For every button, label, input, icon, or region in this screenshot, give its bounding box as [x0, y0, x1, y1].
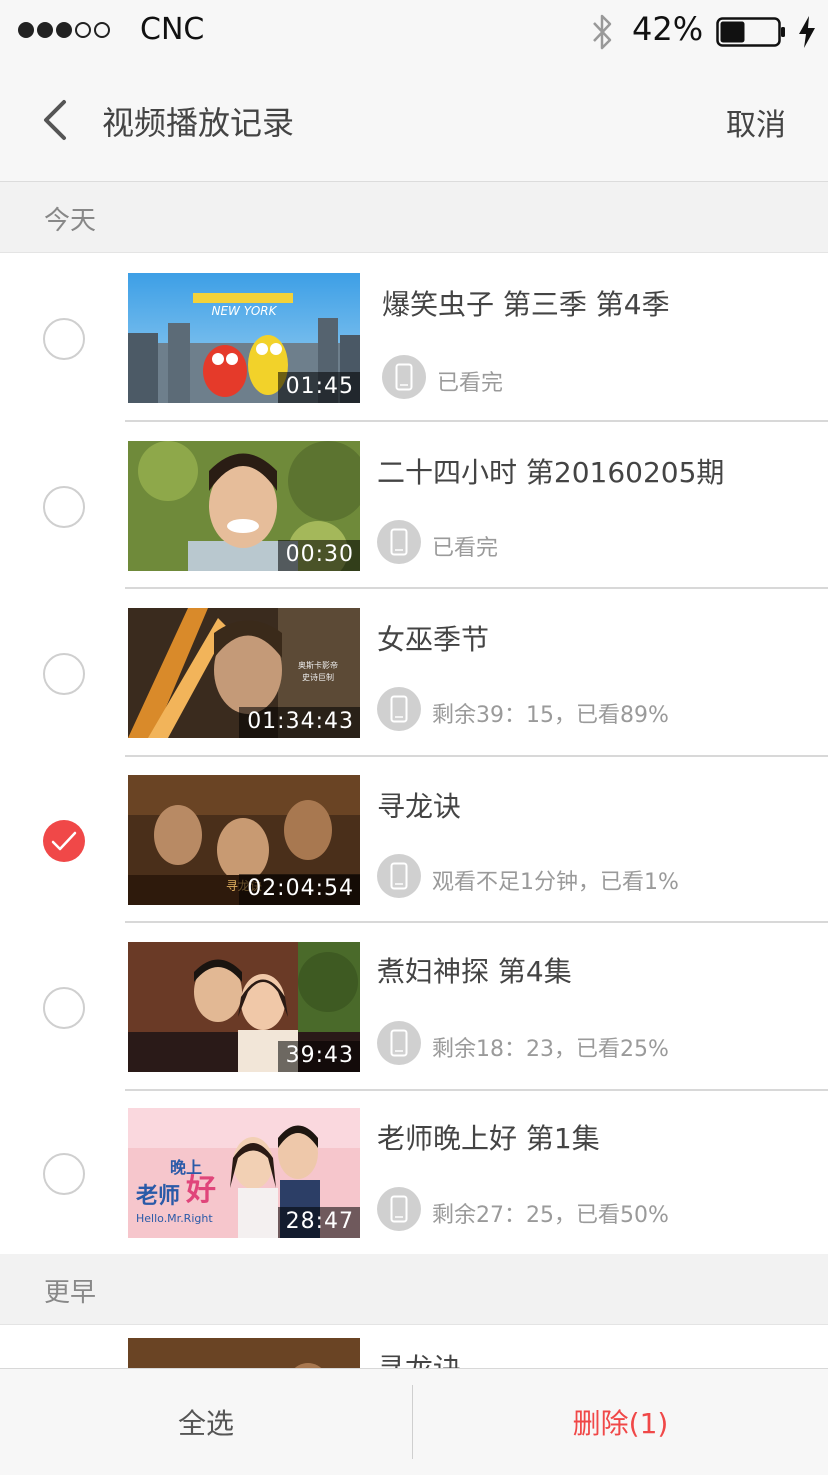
- watch-status: 观看不足1分钟，已看1%: [432, 870, 679, 895]
- svg-text:老师: 老师: [135, 1183, 180, 1209]
- select-radio[interactable]: [43, 318, 85, 360]
- section-header-today: 今天: [0, 182, 828, 253]
- select-radio[interactable]: [43, 653, 85, 695]
- select-radio[interactable]: [43, 1153, 85, 1195]
- history-item[interactable]: 寻龙诀: [0, 1325, 828, 1368]
- history-item[interactable]: 奥斯卡影帝 史诗巨制 01:34:43 女巫季节 剩余39：15，已看89%: [0, 588, 828, 757]
- video-thumbnail[interactable]: 00:30: [128, 441, 360, 571]
- watch-status: 剩余18：23，已看25%: [432, 1037, 669, 1062]
- watch-status: 剩余27：25，已看50%: [432, 1203, 669, 1228]
- video-title: 爆笑虫子 第三季 第4季: [382, 288, 670, 321]
- status-bar: CNC 42%: [0, 0, 828, 64]
- back-chevron-icon[interactable]: [34, 98, 74, 142]
- select-radio-checked[interactable]: [43, 820, 85, 862]
- video-thumbnail[interactable]: 39:43: [128, 942, 360, 1072]
- video-duration: 28:47: [277, 1207, 360, 1238]
- charging-icon: [799, 16, 815, 48]
- video-title: 老师晚上好 第1集: [377, 1122, 600, 1155]
- history-item[interactable]: 晚上 老师 好 Hello.Mr.Right 28:47 老师晚上好 第1集 剩…: [0, 1089, 828, 1256]
- bottom-action-bar: 全选 删除(1): [0, 1368, 828, 1475]
- watch-status: 剩余39：15，已看89%: [432, 703, 669, 728]
- history-item[interactable]: 寻龙诀 02:04:54 寻龙诀 观看不足1分钟，已看1%: [0, 755, 828, 923]
- svg-text:Hello.Mr.Right: Hello.Mr.Right: [136, 1212, 213, 1225]
- video-title: 煮妇神探 第4集: [377, 955, 572, 988]
- video-duration: 01:34:43: [239, 707, 360, 738]
- video-duration: 01:45: [277, 372, 360, 403]
- section-header-earlier: 更早: [0, 1254, 828, 1325]
- video-duration: 02:04:54: [239, 874, 360, 905]
- svg-text:奥斯卡影帝: 奥斯卡影帝: [298, 660, 338, 670]
- select-radio[interactable]: [43, 987, 85, 1029]
- section-label: 更早: [44, 1278, 97, 1308]
- watch-status: 已看完: [437, 371, 504, 396]
- video-title: 寻龙诀: [377, 790, 462, 823]
- cancel-button[interactable]: 取消: [726, 100, 786, 144]
- carrier-name: CNC: [140, 12, 205, 47]
- phone-icon: [377, 520, 421, 564]
- video-title: 寻龙诀: [377, 1347, 461, 1368]
- svg-text:好: 好: [185, 1173, 216, 1208]
- select-all-button[interactable]: 全选: [0, 1369, 412, 1475]
- phone-icon: [377, 1021, 421, 1065]
- video-thumbnail[interactable]: 寻龙诀 02:04:54: [128, 775, 360, 905]
- navigation-bar: 视频播放记录 取消: [0, 64, 828, 182]
- section-label: 今天: [44, 206, 97, 236]
- phone-icon: [377, 1187, 421, 1231]
- battery-icon: [716, 17, 785, 47]
- video-duration: 39:43: [277, 1041, 360, 1072]
- history-item[interactable]: 00:30 二十四小时 第20160205期 已看完: [0, 421, 828, 589]
- battery-percentage: 42%: [632, 10, 704, 48]
- svg-text:NEW YORK: NEW YORK: [211, 304, 277, 318]
- page-title: 视频播放记录: [102, 104, 295, 142]
- delete-button[interactable]: 删除(1): [413, 1369, 828, 1475]
- phone-icon: [377, 854, 421, 898]
- video-duration: 00:30: [277, 540, 360, 571]
- video-title: 二十四小时 第20160205期: [377, 456, 725, 489]
- phone-icon: [377, 687, 421, 731]
- select-radio[interactable]: [43, 486, 85, 528]
- svg-text:史诗巨制: 史诗巨制: [302, 672, 334, 682]
- video-thumbnail[interactable]: [128, 1338, 360, 1368]
- video-thumbnail[interactable]: 奥斯卡影帝 史诗巨制 01:34:43: [128, 608, 360, 738]
- checkmark-icon: [51, 831, 77, 851]
- watch-status: 已看完: [432, 536, 499, 561]
- history-item[interactable]: NEW YORK 01:45 爆笑虫子 第三季 第4季 已看完: [0, 253, 828, 422]
- bluetooth-icon: [593, 14, 612, 50]
- signal-strength-icon: [18, 22, 110, 38]
- video-thumbnail[interactable]: 晚上 老师 好 Hello.Mr.Right 28:47: [128, 1108, 360, 1238]
- video-title: 女巫季节: [377, 623, 490, 656]
- video-thumbnail[interactable]: NEW YORK 01:45: [128, 273, 360, 403]
- history-item[interactable]: 39:43 煮妇神探 第4集 剩余18：23，已看25%: [0, 922, 828, 1091]
- phone-icon: [382, 355, 426, 399]
